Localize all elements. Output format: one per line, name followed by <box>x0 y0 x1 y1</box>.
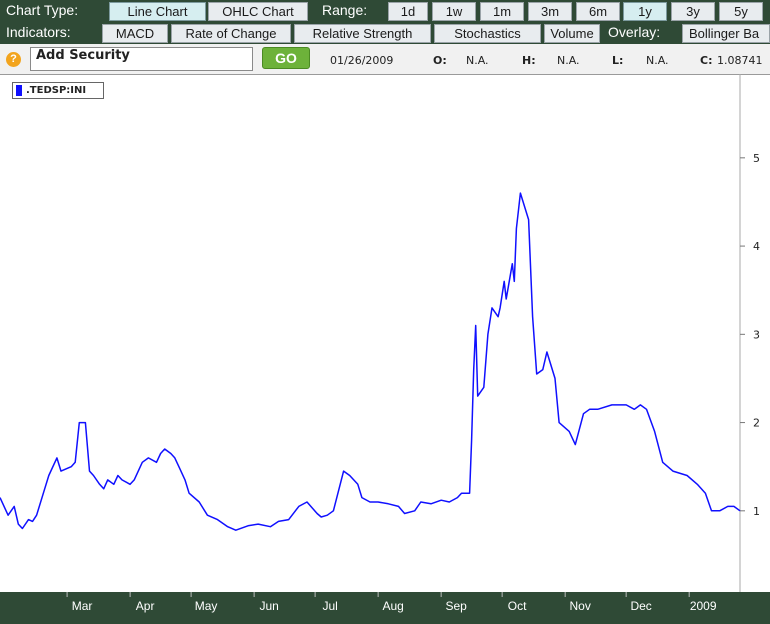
y-tick-label: 5 <box>753 152 760 165</box>
close-label: C: <box>700 54 713 67</box>
x-tick-label: Aug <box>382 599 403 613</box>
y-tick-label: 1 <box>753 505 760 518</box>
high-label: H: <box>522 54 536 67</box>
macd-button[interactable]: MACD <box>102 24 168 43</box>
stochastics-button[interactable]: Stochastics <box>434 24 541 43</box>
range-1m-button[interactable]: 1m <box>480 2 524 21</box>
x-tick-label: Dec <box>630 599 651 613</box>
indicators-label: Indicators: <box>6 24 71 40</box>
open-value: N.A. <box>466 54 489 67</box>
indicator-toolbar-row: Indicators: MACD Rate of Change Relative… <box>0 22 770 44</box>
x-tick-label: Sep <box>445 599 467 613</box>
security-row: ? Add Security GO 01/26/2009 O: N.A. H: … <box>0 44 770 74</box>
quote-date: 01/26/2009 <box>330 54 394 67</box>
range-6m-button[interactable]: 6m <box>576 2 620 21</box>
x-tick-label: 2009 <box>690 599 717 613</box>
legend-swatch <box>16 85 22 96</box>
range-3y-button[interactable]: 3y <box>671 2 715 21</box>
chart-type-label: Chart Type: <box>6 2 79 18</box>
volume-button[interactable]: Volume <box>544 24 600 43</box>
price-chart[interactable]: 1 2 3 4 5 Mar Apr May Jun Jul Aug Sep Oct Nov Dec 2009 <box>0 74 770 624</box>
add-security-input[interactable]: Add Security <box>30 47 253 71</box>
x-tick-label: Oct <box>508 599 527 613</box>
range-1y-button[interactable]: 1y <box>623 2 667 21</box>
chart-toolbar-row: Chart Type: Line Chart OHLC Chart Range:… <box>0 0 770 22</box>
ohlc-chart-button[interactable]: OHLC Chart <box>208 2 308 21</box>
y-tick-label: 3 <box>753 328 760 341</box>
line-chart-button[interactable]: Line Chart <box>109 2 206 21</box>
range-label: Range: <box>322 2 368 18</box>
y-tick-label: 2 <box>753 417 760 430</box>
high-value: N.A. <box>557 54 580 67</box>
open-label: O: <box>433 54 447 67</box>
legend-symbol: .TEDSP:INI <box>26 85 87 96</box>
relative-strength-button[interactable]: Relative Strength <box>294 24 431 43</box>
range-1d-button[interactable]: 1d <box>388 2 428 21</box>
bollinger-bands-button[interactable]: Bollinger Ba <box>682 24 770 43</box>
low-label: L: <box>612 54 624 67</box>
y-tick-label: 4 <box>753 240 760 253</box>
go-button[interactable]: GO <box>262 47 310 69</box>
close-value: 1.08741 <box>717 54 763 67</box>
rate-of-change-button[interactable]: Rate of Change <box>171 24 291 43</box>
low-value: N.A. <box>646 54 669 67</box>
range-3m-button[interactable]: 3m <box>528 2 572 21</box>
legend[interactable]: .TEDSP:INI <box>12 82 104 99</box>
help-icon[interactable]: ? <box>6 52 21 67</box>
range-1w-button[interactable]: 1w <box>432 2 476 21</box>
x-tick-label: Nov <box>569 599 590 613</box>
x-tick-label: Jul <box>322 599 337 613</box>
x-tick-label: Apr <box>136 599 155 613</box>
chart-background <box>0 74 770 624</box>
range-5y-button[interactable]: 5y <box>719 2 763 21</box>
x-tick-label: Jun <box>259 599 278 613</box>
overlay-label: Overlay: <box>608 24 661 40</box>
x-tick-label: Mar <box>72 599 93 613</box>
x-tick-label: May <box>195 599 218 613</box>
